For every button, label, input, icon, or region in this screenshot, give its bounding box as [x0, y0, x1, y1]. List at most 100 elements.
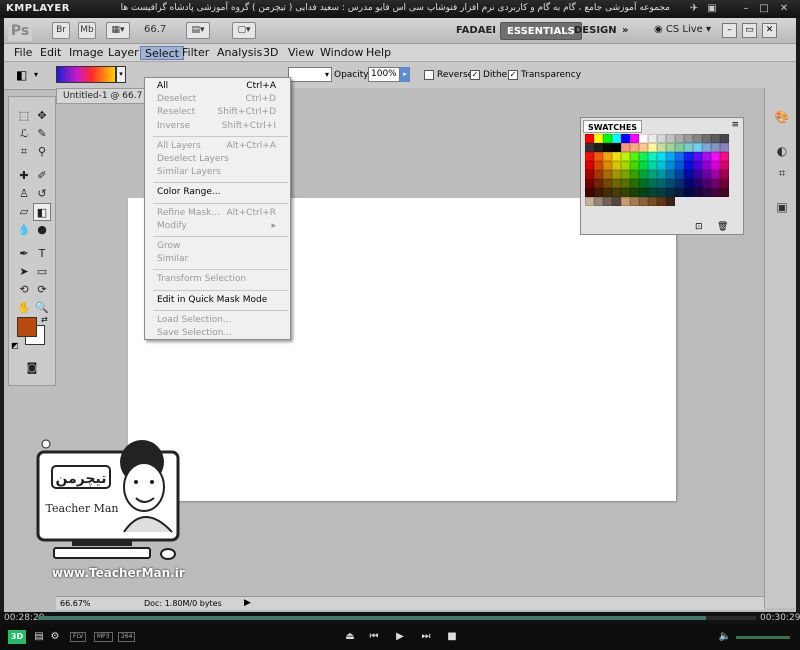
next-icon[interactable]: ⏭: [419, 631, 433, 643]
clone-stamp-tool-icon[interactable]: ♙: [15, 185, 33, 203]
minibridge-panel-icon[interactable]: ▣: [773, 198, 791, 216]
status-arrow-icon[interactable]: ▶: [244, 598, 251, 608]
delete-swatch-icon[interactable]: 🗑: [717, 222, 728, 232]
swatch[interactable]: [621, 170, 630, 179]
swatch[interactable]: [585, 143, 594, 152]
ps-minimize-icon[interactable]: –: [722, 23, 737, 38]
stop-icon[interactable]: ■: [445, 631, 459, 643]
volume-slider[interactable]: [736, 636, 790, 639]
quick-select-tool-icon[interactable]: ✎: [33, 125, 51, 143]
view-extras-button[interactable]: ▦▾: [106, 22, 130, 39]
swatch[interactable]: [648, 134, 657, 143]
swatch[interactable]: [702, 179, 711, 188]
tool-preset-arrow-icon[interactable]: ▾: [34, 70, 38, 79]
swatch[interactable]: [720, 170, 729, 179]
swatch[interactable]: [684, 161, 693, 170]
healing-brush-tool-icon[interactable]: ✚: [15, 167, 33, 185]
swap-colors-icon[interactable]: ⇄: [41, 315, 48, 324]
swatch[interactable]: [621, 152, 630, 161]
swatch[interactable]: [684, 188, 693, 197]
more-workspaces-icon[interactable]: »: [616, 22, 634, 40]
workspace-design[interactable]: DESIGN: [568, 22, 623, 40]
status-zoom[interactable]: 66.67%: [60, 599, 91, 608]
ps-close-icon[interactable]: ✕: [762, 23, 777, 38]
swatch[interactable]: [720, 161, 729, 170]
maximize-icon[interactable]: □: [758, 3, 770, 15]
swatch[interactable]: [711, 134, 720, 143]
swatch[interactable]: [657, 197, 666, 206]
swatch[interactable]: [612, 197, 621, 206]
swatch[interactable]: [639, 152, 648, 161]
swatch[interactable]: [657, 161, 666, 170]
swatch[interactable]: [684, 179, 693, 188]
swatch[interactable]: [684, 170, 693, 179]
bridge-button[interactable]: Br: [52, 22, 70, 39]
swatch[interactable]: [612, 152, 621, 161]
swatch[interactable]: [693, 134, 702, 143]
swatch[interactable]: [585, 134, 594, 143]
swatch[interactable]: [585, 152, 594, 161]
swatch[interactable]: [693, 188, 702, 197]
swatch[interactable]: [594, 179, 603, 188]
swatch[interactable]: [648, 152, 657, 161]
swatch[interactable]: [630, 134, 639, 143]
menu-image[interactable]: Image: [65, 46, 107, 60]
swatch[interactable]: [666, 197, 675, 206]
swatch[interactable]: [648, 179, 657, 188]
swatch[interactable]: [630, 143, 639, 152]
swatch[interactable]: [639, 170, 648, 179]
panel-menu-icon[interactable]: ≡: [731, 120, 739, 130]
color-panel-icon[interactable]: 🎨: [773, 108, 791, 126]
swatch[interactable]: [594, 188, 603, 197]
swatch[interactable]: [603, 152, 612, 161]
3d-rotate-tool-icon[interactable]: ⟲: [15, 281, 33, 299]
swatch[interactable]: [684, 152, 693, 161]
swatch[interactable]: [594, 152, 603, 161]
swatch[interactable]: [657, 143, 666, 152]
swatch[interactable]: [630, 188, 639, 197]
zoom-level[interactable]: 66.7: [144, 24, 166, 35]
transparency-check-box[interactable]: ✓: [508, 70, 518, 80]
swatch[interactable]: [666, 152, 675, 161]
swatch[interactable]: [612, 161, 621, 170]
crop-tool-icon[interactable]: ⌗: [15, 143, 33, 161]
menu-file[interactable]: File: [10, 46, 36, 60]
swatches-tab[interactable]: SWATCHES: [583, 120, 643, 133]
swatch[interactable]: [702, 134, 711, 143]
menu-view[interactable]: View: [284, 46, 318, 60]
swatch[interactable]: [648, 170, 657, 179]
swatch[interactable]: [648, 188, 657, 197]
swatch[interactable]: [693, 143, 702, 152]
swatch[interactable]: [666, 179, 675, 188]
swatch[interactable]: [621, 161, 630, 170]
swatch[interactable]: [603, 134, 612, 143]
eject-icon[interactable]: ⏏: [343, 631, 357, 643]
swatch[interactable]: [621, 188, 630, 197]
swatch[interactable]: [648, 197, 657, 206]
swatch[interactable]: [648, 143, 657, 152]
swatch[interactable]: [612, 179, 621, 188]
swatch[interactable]: [675, 143, 684, 152]
menu-item-color-range[interactable]: Color Range...: [145, 186, 290, 199]
swatch[interactable]: [666, 161, 675, 170]
3d-toggle-icon[interactable]: 3D: [8, 630, 26, 644]
adjustments-panel-icon[interactable]: ◐: [773, 142, 791, 160]
3d-orbit-tool-icon[interactable]: ⟳: [33, 281, 51, 299]
menu-edit[interactable]: Edit: [36, 46, 65, 60]
swatch[interactable]: [603, 179, 612, 188]
previous-icon[interactable]: ⏮: [367, 631, 381, 643]
minimize-icon[interactable]: –: [740, 3, 752, 15]
swatch[interactable]: [603, 188, 612, 197]
swatch[interactable]: [684, 143, 693, 152]
swatch[interactable]: [621, 143, 630, 152]
ps-restore-icon[interactable]: ▭: [742, 23, 757, 38]
swatch[interactable]: [675, 161, 684, 170]
swatch[interactable]: [639, 161, 648, 170]
swatch[interactable]: [594, 170, 603, 179]
swatch[interactable]: [585, 197, 594, 206]
swatch[interactable]: [585, 188, 594, 197]
swatch[interactable]: [639, 197, 648, 206]
menu-item-all[interactable]: All Ctrl+A: [145, 80, 290, 93]
swatch[interactable]: [621, 179, 630, 188]
reverse-checkbox[interactable]: Reverse: [424, 70, 473, 80]
